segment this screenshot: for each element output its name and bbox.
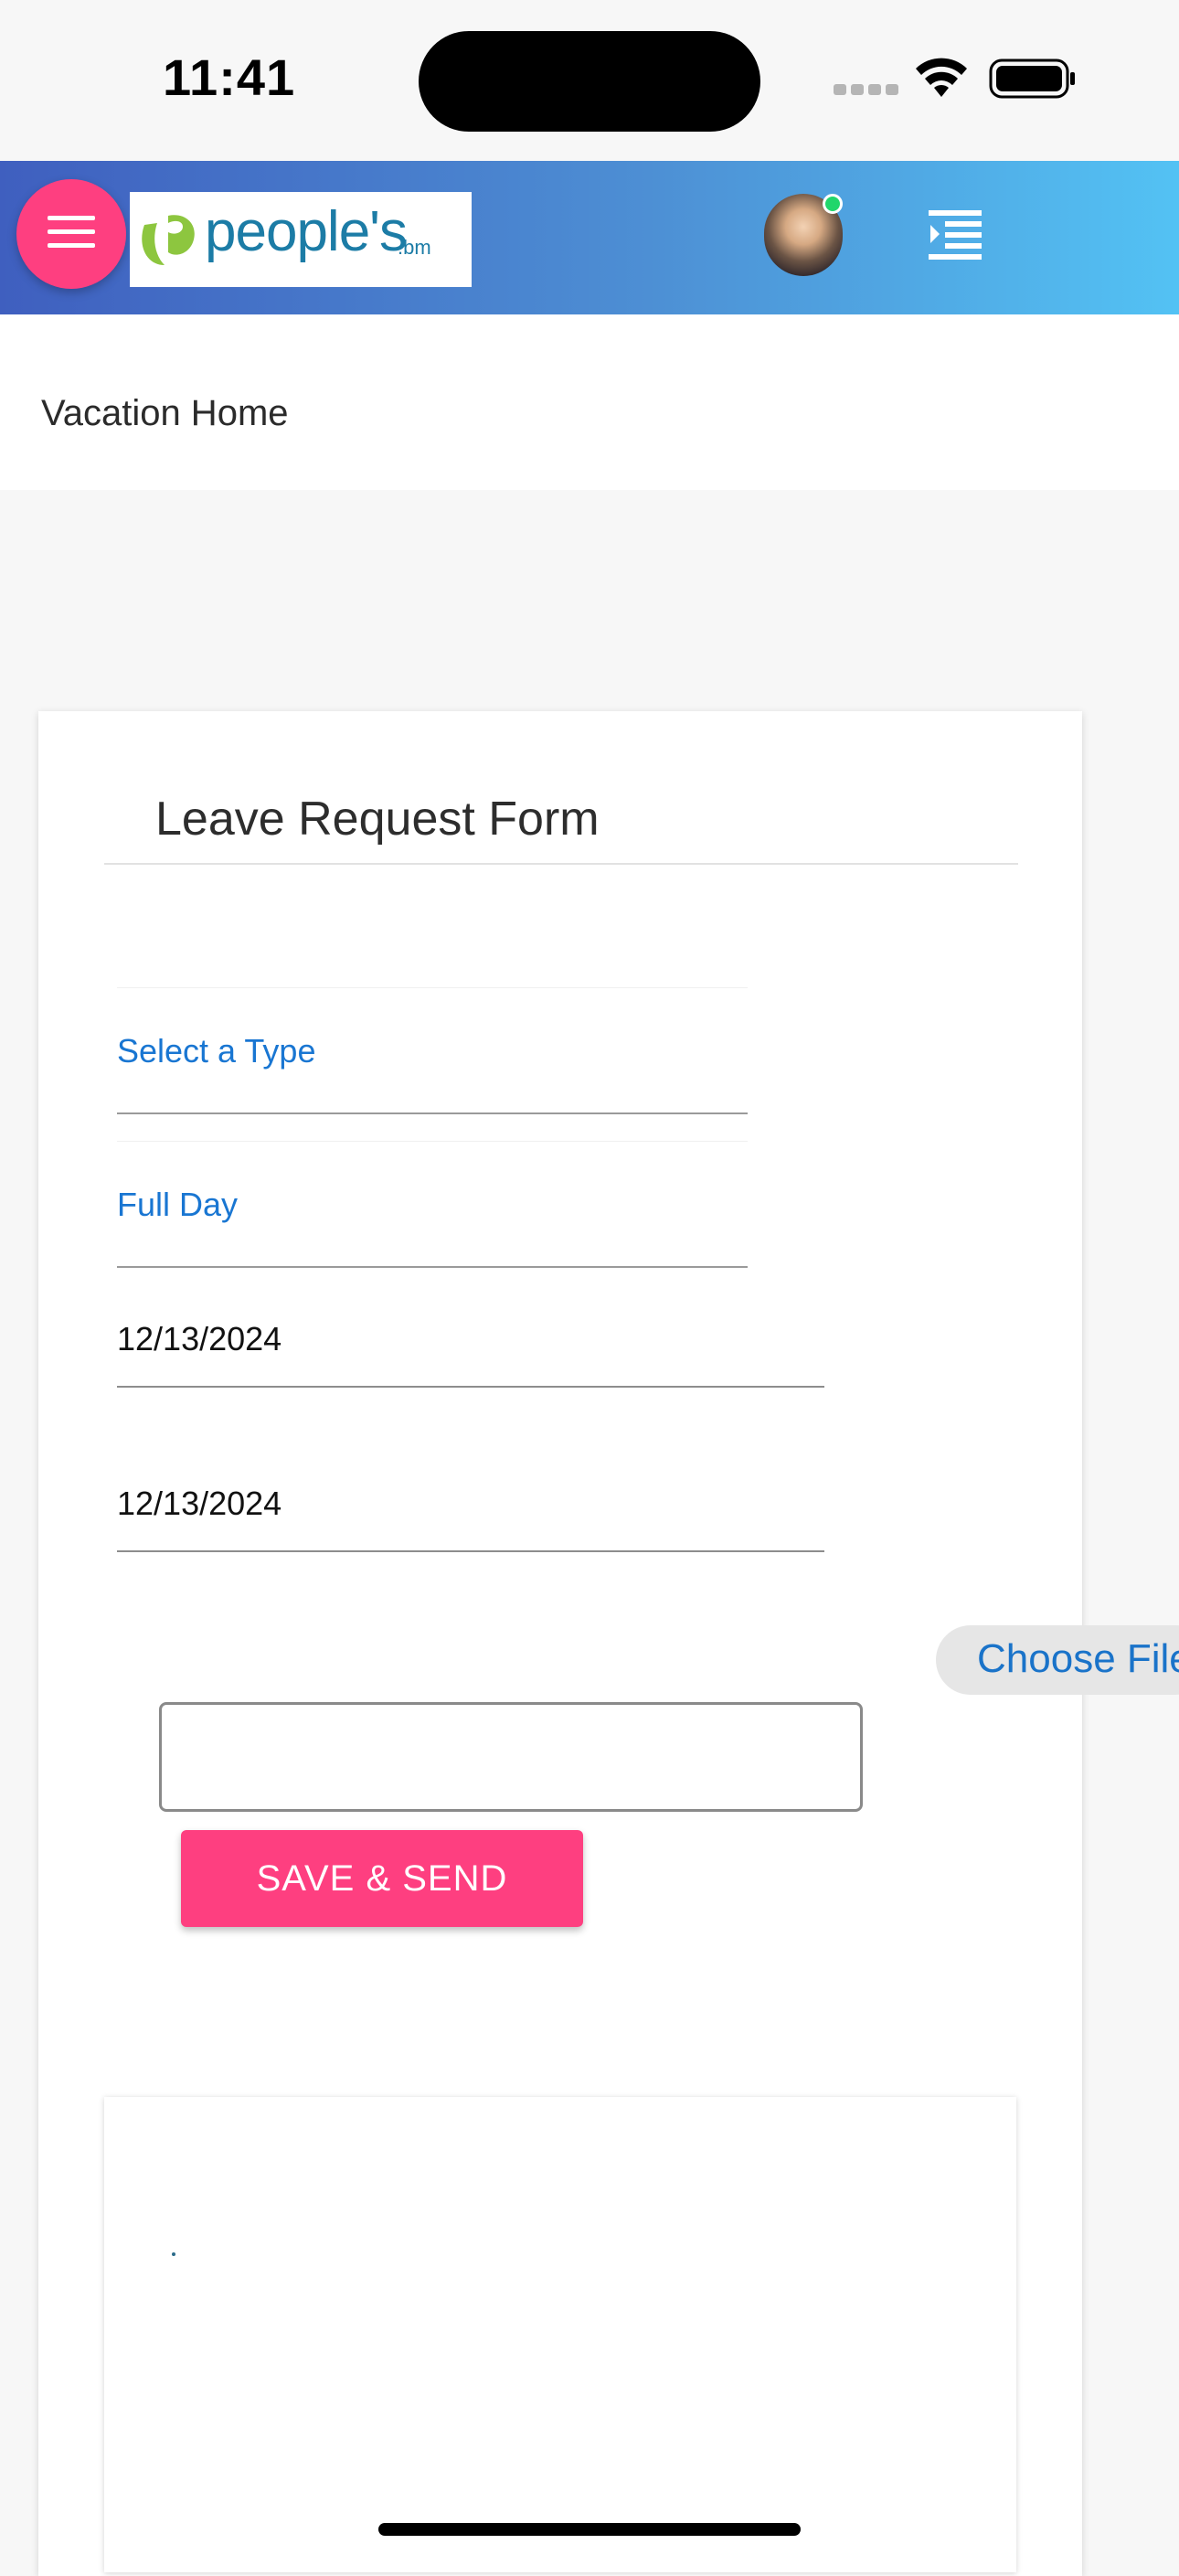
duration-select[interactable]: Full Day (117, 1141, 748, 1268)
status-time: 11:41 (163, 48, 296, 106)
brand-logo[interactable]: people's .bm (130, 192, 472, 287)
end-date-field[interactable]: 12/13/2024 (117, 1477, 824, 1552)
signal-icon (834, 84, 899, 95)
choose-file-button[interactable]: Choose File (936, 1625, 1179, 1695)
save-and-send-button[interactable]: SAVE & SEND (181, 1830, 583, 1927)
breadcrumb-item-vacation-home[interactable]: Vacation Home (41, 393, 289, 434)
battery-icon (989, 59, 1075, 99)
page-title: Leave Request Form (155, 793, 600, 846)
end-date-value: 12/13/2024 (117, 1485, 282, 1522)
dynamic-island (419, 31, 760, 132)
comment-input[interactable] (159, 1702, 863, 1812)
start-date-value: 12/13/2024 (117, 1320, 282, 1357)
logo-suffix: .bm (398, 236, 431, 259)
wifi-icon (916, 58, 967, 97)
duration-value: Full Day (117, 1186, 239, 1223)
app-header: people's .bm (0, 161, 1179, 314)
user-avatar[interactable] (764, 194, 843, 276)
online-status-dot (823, 194, 843, 214)
home-indicator[interactable] (378, 2523, 801, 2536)
hamburger-icon (48, 216, 95, 248)
leave-type-select[interactable]: Select a Type (117, 987, 748, 1114)
title-divider (104, 863, 1018, 865)
logo-mark-icon (142, 215, 195, 265)
breadcrumb: Vacation Home (0, 314, 1179, 490)
menu-button[interactable] (16, 179, 126, 289)
leave-type-value: Select a Type (117, 1032, 316, 1070)
choose-file-label: Choose File (977, 1636, 1179, 1681)
status-bar: 11:41 (0, 0, 1179, 161)
details-panel (104, 2097, 1016, 2572)
logo-wordmark: people's (205, 200, 408, 263)
right-menu-icon[interactable] (929, 208, 983, 261)
start-date-field[interactable]: 12/13/2024 (117, 1313, 824, 1388)
panel-marker (172, 2252, 175, 2256)
